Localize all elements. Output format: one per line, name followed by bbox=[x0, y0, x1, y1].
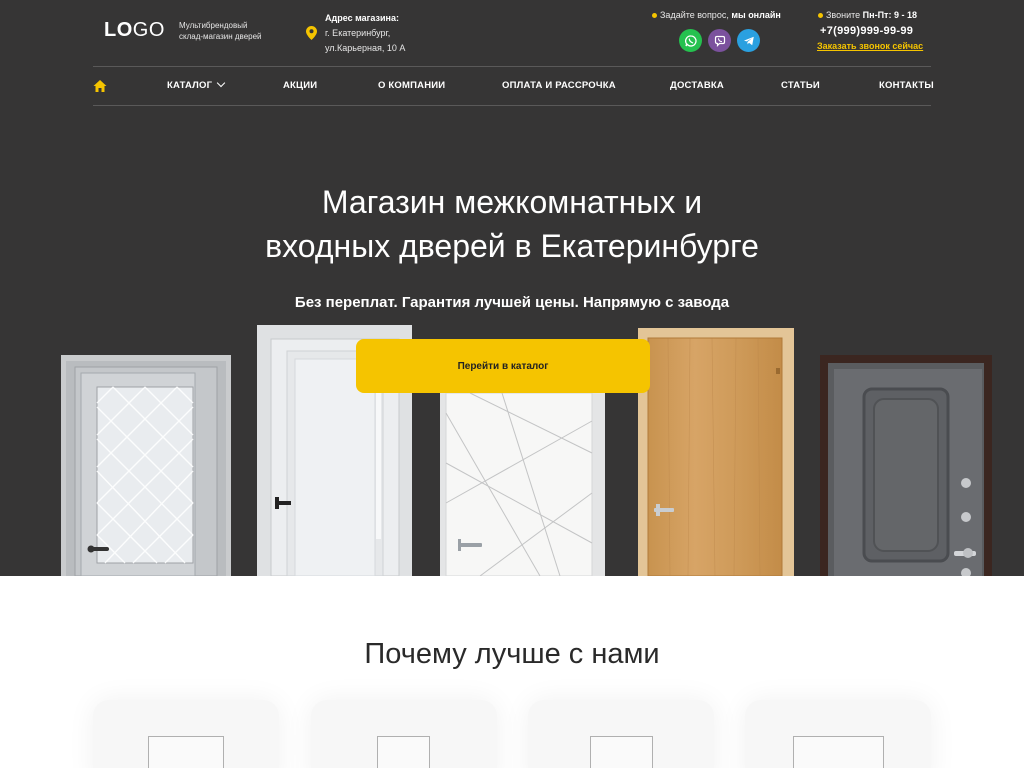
door-image-grey-glass bbox=[61, 355, 231, 576]
messenger-links bbox=[679, 29, 760, 52]
chevron-down-icon bbox=[216, 78, 226, 88]
hero-title-line: входных дверей в Екатеринбурге bbox=[265, 228, 759, 264]
nav-item-about[interactable]: О КОМПАНИИ bbox=[378, 80, 445, 91]
advantage-image-placeholder bbox=[148, 736, 224, 768]
advantage-card bbox=[93, 700, 279, 768]
nav-item-payment[interactable]: ОПЛАТА И РАССРОЧКА bbox=[502, 80, 616, 91]
phone-number[interactable]: +7(999)999-99-99 bbox=[820, 25, 913, 37]
address-line: г. Екатеринбург, bbox=[325, 28, 391, 38]
whatsapp-icon bbox=[684, 34, 697, 47]
advantage-card bbox=[528, 700, 714, 768]
home-icon[interactable] bbox=[93, 79, 107, 93]
viber-button[interactable] bbox=[708, 29, 731, 52]
hero-section: LOGO Мультибрендовый склад-магазин двере… bbox=[0, 0, 1024, 576]
advantage-card bbox=[745, 700, 931, 768]
online-dot-icon bbox=[652, 13, 657, 19]
main-nav: КАТАЛОГ АКЦИИ О КОМПАНИИ ОПЛАТА И РАССРО… bbox=[93, 66, 934, 106]
store-tagline: Мультибрендовый склад-магазин дверей bbox=[179, 20, 289, 42]
store-address: Адрес магазина: г. Екатеринбург, ул.Карь… bbox=[325, 11, 405, 56]
tagline-line: Мультибрендовый bbox=[179, 21, 248, 30]
door-image-white-lines bbox=[440, 393, 605, 576]
telegram-button[interactable] bbox=[737, 29, 760, 52]
door-image-oak bbox=[638, 328, 794, 576]
door-image-metal-entrance bbox=[820, 355, 992, 576]
viber-icon bbox=[714, 35, 725, 47]
telegram-icon bbox=[743, 36, 754, 45]
nav-item-contacts[interactable]: КОНТАКТЫ bbox=[879, 80, 934, 91]
advantage-image-placeholder bbox=[377, 736, 430, 768]
advantage-image-placeholder bbox=[793, 736, 884, 768]
logo[interactable]: LOGO bbox=[104, 19, 165, 42]
call-dot-icon bbox=[818, 13, 823, 19]
request-callback-link[interactable]: Заказать звонок сейчас bbox=[817, 41, 923, 51]
go-to-catalog-button[interactable]: Перейти в каталог bbox=[356, 339, 650, 393]
nav-item-delivery[interactable]: ДОСТАВКА bbox=[670, 80, 724, 91]
why-us-title: Почему лучше с нами bbox=[364, 638, 660, 670]
address-line: ул.Карьерная, 10 А bbox=[325, 43, 406, 53]
whatsapp-button[interactable] bbox=[679, 29, 702, 52]
advantage-image-placeholder bbox=[590, 736, 653, 768]
call-hours-text: Звоните Пн-Пт: 9 - 18 bbox=[818, 10, 917, 20]
address-title: Адрес магазина: bbox=[325, 13, 399, 23]
nav-item-catalog[interactable]: КАТАЛОГ bbox=[167, 78, 226, 91]
nav-item-articles[interactable]: СТАТЬИ bbox=[781, 80, 820, 91]
nav-item-promotions[interactable]: АКЦИИ bbox=[283, 80, 317, 91]
hero-subtitle: Без переплат. Гарантия лучшей цены. Напр… bbox=[294, 294, 730, 311]
hero-title-line: Магазин межкомнатных и bbox=[321, 184, 703, 220]
advantage-card bbox=[311, 700, 497, 768]
location-pin-icon bbox=[306, 26, 317, 40]
ask-question-text: Задайте вопрос, мы онлайн bbox=[652, 10, 781, 20]
hero-title: Магазин межкомнатных и входных дверей в … bbox=[0, 180, 1024, 268]
tagline-line: склад-магазин дверей bbox=[179, 32, 262, 41]
